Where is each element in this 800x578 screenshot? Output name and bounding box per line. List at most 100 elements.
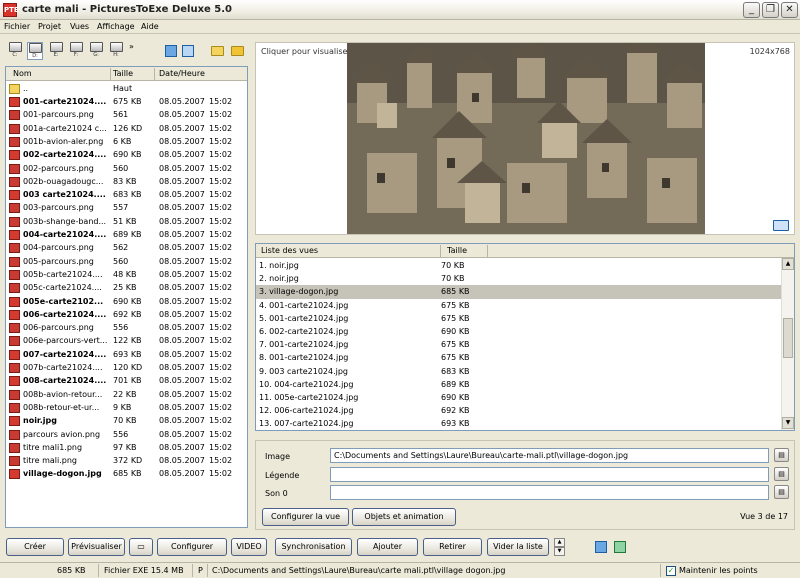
file-size: 25 KB [113, 283, 137, 293]
menu-fichier[interactable]: Fichier [4, 22, 30, 31]
file-row[interactable]: 001-carte21024.... 675 KB 08.05.2007 15:02 [6, 95, 247, 108]
view-list-icon[interactable] [182, 45, 194, 57]
slide-row[interactable]: 1. noir.jpg 70 KB [256, 259, 781, 272]
menu-aide[interactable]: Aide [141, 22, 159, 31]
view-thumbnails-icon[interactable] [165, 45, 177, 57]
keep-points-checkbox[interactable]: ✓ [666, 566, 676, 576]
file-row[interactable]: 004-carte21024.... 689 KB 08.05.2007 15:02 [6, 228, 247, 241]
file-row[interactable]: titre mali1.png 97 KB 08.05.2007 15:02 [6, 441, 247, 454]
configure-slide-button[interactable]: Configurer la vue [262, 508, 349, 526]
file-row[interactable]: 002-carte21024.... 690 KB 08.05.2007 15:02 [6, 148, 247, 161]
menu-affichage[interactable]: Affichage [97, 22, 135, 31]
move-up-icon[interactable]: ▲ [554, 538, 565, 547]
file-row[interactable]: 002-parcours.png 560 08.05.2007 15:02 [6, 162, 247, 175]
timeline-mode-icon[interactable] [614, 541, 626, 553]
file-row[interactable]: parcours avion.png 556 08.05.2007 15:02 [6, 428, 247, 441]
slide-row[interactable]: 5. 001-carte21024.jpg 675 KB [256, 312, 781, 325]
folder-up-icon[interactable] [231, 46, 244, 56]
clear-list-button[interactable]: Vider la liste [487, 538, 549, 556]
remove-button[interactable]: Retirer [423, 538, 482, 556]
drive-h-button[interactable]: H: [108, 42, 124, 60]
file-row[interactable]: 004-parcours.png 562 08.05.2007 15:02 [6, 241, 247, 254]
file-row[interactable]: 007-carte21024.... 693 KB 08.05.2007 15:02 [6, 348, 247, 361]
browse-image-button[interactable]: ▤ [774, 448, 789, 462]
column-size[interactable]: Taille [113, 69, 133, 78]
slide-row[interactable]: 7. 001-carte21024.jpg 675 KB [256, 338, 781, 351]
file-row[interactable]: 003 carte21024.... 683 KB 08.05.2007 15:02 [6, 188, 247, 201]
file-browser[interactable]: Nom Taille Date/Heure .. Haut 001-carte2… [5, 66, 248, 528]
menu-vues[interactable]: Vues [70, 22, 89, 31]
thumbnails-mode-icon[interactable] [595, 541, 607, 553]
file-row[interactable]: 008-carte21024.... 701 KB 08.05.2007 15:02 [6, 374, 247, 387]
image-path-field[interactable]: C:\Documents and Settings\Laure\Bureau\c… [330, 448, 769, 463]
file-row[interactable]: 001b-avion-aler.png 6 KB 08.05.2007 15:02 [6, 135, 247, 148]
slide-row[interactable]: 8. 001-carte21024.jpg 675 KB [256, 351, 781, 364]
scroll-thumb[interactable] [783, 318, 793, 358]
sound-field[interactable] [330, 485, 769, 500]
drive-c-button[interactable]: C: [7, 42, 23, 60]
parent-folder-row[interactable]: .. Haut [6, 82, 247, 95]
file-row[interactable]: 005c-carte21024.... 25 KB 08.05.2007 15:02 [6, 281, 247, 294]
preview-button[interactable]: Prévisualiser [68, 538, 125, 556]
more-drives-chevron[interactable]: » [129, 42, 134, 51]
drive-e-button[interactable]: E: [48, 42, 64, 60]
preview-photo[interactable] [347, 43, 705, 234]
file-row[interactable]: 005e-carte2102... 690 KB 08.05.2007 15:02 [6, 295, 247, 308]
create-button[interactable]: Créer [6, 538, 64, 556]
configure-project-button[interactable]: Configurer [157, 538, 227, 556]
drive-label: F: [73, 52, 79, 58]
caption-field[interactable] [330, 467, 769, 482]
image-preview[interactable]: Cliquer pour visualiser plein écran 1024… [255, 42, 795, 235]
scroll-up-icon[interactable]: ▲ [782, 258, 794, 270]
open-folder-icon[interactable] [211, 46, 224, 56]
drive-f-button[interactable]: F: [68, 42, 84, 60]
slide-row[interactable]: 3. village-dogon.jpg 685 KB [256, 285, 781, 299]
browse-sound-button[interactable]: ▤ [774, 485, 789, 499]
slide-row[interactable]: 10. 004-carte21024.jpg 689 KB [256, 378, 781, 391]
file-row[interactable]: 005b-carte21024.... 48 KB 08.05.2007 15:02 [6, 268, 247, 281]
drive-g-button[interactable]: G: [88, 42, 104, 60]
file-row[interactable]: village-dogon.jpg 685 KB 08.05.2007 15:02 [6, 467, 247, 480]
slide-row[interactable]: 9. 003 carte21024.jpg 683 KB [256, 365, 781, 378]
objects-animation-button[interactable]: Objets et animation [352, 508, 456, 526]
slide-row[interactable]: 11. 005e-carte21024.jpg 690 KB [256, 391, 781, 404]
file-row[interactable]: 001-parcours.png 561 08.05.2007 15:02 [6, 108, 247, 121]
scroll-down-icon[interactable]: ▼ [782, 417, 794, 429]
minimize-button[interactable]: _ [743, 2, 760, 18]
file-row[interactable]: 006e-parcours-vert... 122 KB 08.05.2007 15:… [6, 334, 247, 347]
column-slide-name[interactable]: Liste des vues [261, 246, 318, 255]
preview-fullscreen-icon-button[interactable]: ▭ [129, 538, 153, 556]
file-row[interactable]: 005-parcours.png 560 08.05.2007 15:02 [6, 255, 247, 268]
column-date[interactable]: Date/Heure [159, 69, 205, 78]
column-name[interactable]: Nom [13, 69, 32, 78]
menu-projet[interactable]: Projet [38, 22, 61, 31]
slide-row[interactable]: 6. 002-carte21024.jpg 690 KB [256, 325, 781, 338]
file-row[interactable]: 008b-retour-et-ur... 9 KB 08.05.2007 15:02 [6, 401, 247, 414]
file-row[interactable]: 006-carte21024.... 692 KB 08.05.2007 15:02 [6, 308, 247, 321]
fullscreen-icon[interactable] [773, 220, 789, 231]
file-row[interactable]: 003-parcours.png 557 08.05.2007 15:02 [6, 201, 247, 214]
slide-list[interactable]: Liste des vues Taille 1. noir.jpg 70 KB 2.… [255, 243, 795, 431]
file-row[interactable]: noir.jpg 70 KB 08.05.2007 15:02 [6, 414, 247, 427]
close-button[interactable]: ✕ [781, 2, 798, 18]
file-row[interactable]: 006-parcours.png 556 08.05.2007 15:02 [6, 321, 247, 334]
move-down-icon[interactable]: ▼ [554, 547, 565, 556]
maximize-button[interactable]: ❐ [762, 2, 779, 18]
file-row[interactable]: titre mali.png 372 KD 08.05.2007 15:02 [6, 454, 247, 467]
slide-row[interactable]: 2. noir.jpg 70 KB [256, 272, 781, 285]
column-slide-size[interactable]: Taille [447, 246, 467, 255]
file-row[interactable]: 003b-shange-band... 51 KB 08.05.2007 15:02 [6, 215, 247, 228]
file-row[interactable]: 001a-carte21024 c... 126 KD 08.05.2007 15:0… [6, 122, 247, 135]
file-row[interactable]: 002b-ouagadougc... 83 KB 08.05.2007 15:02 [6, 175, 247, 188]
slide-row[interactable]: 12. 006-carte21024.jpg 692 KB [256, 404, 781, 417]
file-row[interactable]: 007b-carte21024.... 120 KD 08.05.2007 15:02 [6, 361, 247, 374]
file-row[interactable]: 008b-avion-retour... 22 KB 08.05.2007 15:02 [6, 388, 247, 401]
slide-row[interactable]: 4. 001-carte21024.jpg 675 KB [256, 299, 781, 312]
slide-list-scrollbar[interactable]: ▲ ▼ [781, 258, 794, 430]
drive-d-button[interactable]: D: [27, 42, 43, 60]
caption-edit-button[interactable]: ▤ [774, 467, 789, 481]
add-button[interactable]: Ajouter [357, 538, 418, 556]
video-button[interactable]: VIDEO [231, 538, 267, 556]
slide-row[interactable]: 13. 007-carte21024.jpg 693 KB [256, 417, 781, 430]
synchronisation-button[interactable]: Synchronisation [275, 538, 352, 556]
